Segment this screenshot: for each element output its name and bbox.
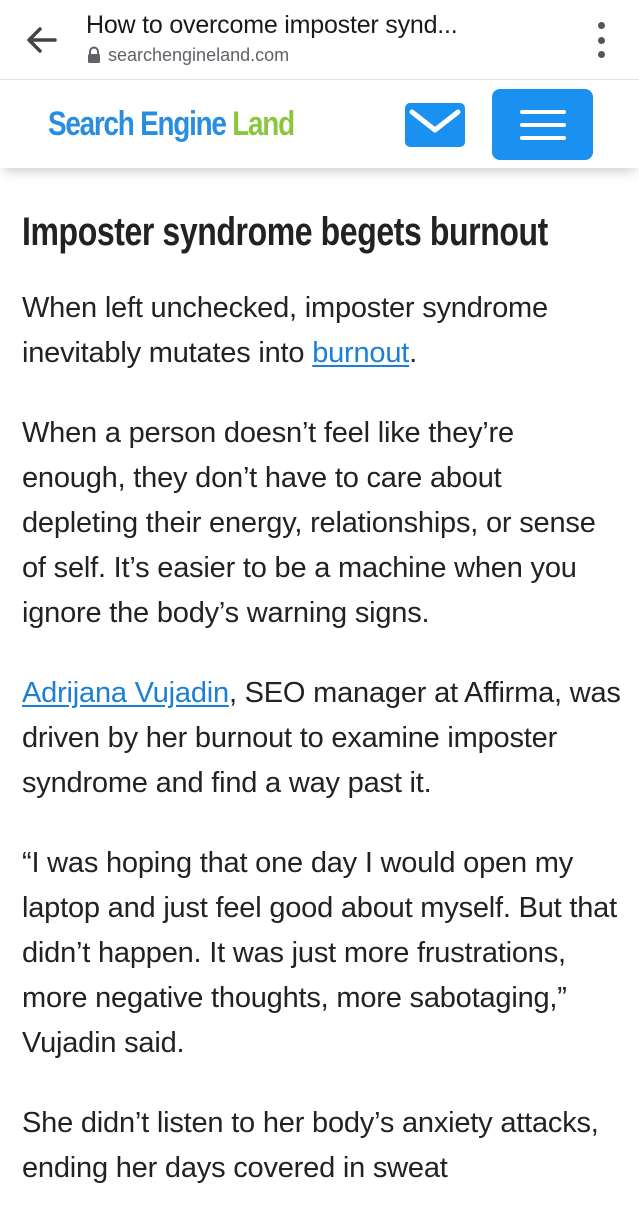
paragraph-5: She didn’t listen to her body’s anxiety … <box>22 1107 599 1184</box>
author-link[interactable]: Adrijana Vujadin <box>22 677 229 709</box>
more-vert-icon[interactable] <box>591 18 611 62</box>
url-text: searchengineland.com <box>108 45 290 65</box>
logo-text-secondary: Land <box>232 105 295 143</box>
page-title: How to overcome imposter synd... <box>86 11 458 39</box>
article-body: Imposter syndrome begets burnout When le… <box>22 206 622 1226</box>
paragraph-1: When left unchecked, imposter syndrome i… <box>22 286 622 376</box>
paragraph-4: “I was hoping that one day I would open … <box>22 847 617 1059</box>
address-area[interactable]: How to overcome imposter synd... searche… <box>86 8 566 66</box>
paragraph-3: Adrijana Vujadin, SEO manager at Affirma… <box>22 671 622 806</box>
paragraph-text: . <box>409 337 418 369</box>
site-logo[interactable]: Search Engine Land <box>48 102 295 146</box>
mail-icon[interactable] <box>404 102 466 148</box>
url-row: searchengineland.com <box>86 44 566 66</box>
logo-text-primary: Search Engine <box>48 105 233 143</box>
site-header: Search Engine Land <box>0 80 639 168</box>
browser-toolbar: How to overcome imposter synd... searche… <box>0 0 639 80</box>
section-heading: Imposter syndrome begets burnout <box>22 210 548 254</box>
lock-icon <box>86 46 102 64</box>
paragraph-2: When a person doesn’t feel like they’re … <box>22 417 596 629</box>
paragraph-text: When left unchecked, imposter syndrome i… <box>22 292 548 369</box>
hamburger-menu-icon[interactable] <box>492 89 593 160</box>
back-arrow-icon[interactable] <box>22 20 62 60</box>
burnout-link[interactable]: burnout <box>312 337 409 369</box>
